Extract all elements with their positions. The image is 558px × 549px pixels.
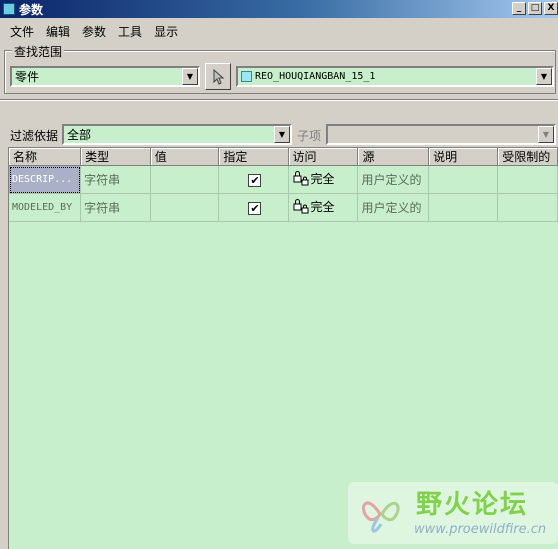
column-header-value[interactable]: 值 [150, 148, 220, 166]
table-row[interactable]: MODELED_BY 字符串 ✔ 完全 用户定义的 [9, 193, 558, 222]
column-header-source[interactable]: 源 [357, 148, 430, 166]
table-header: 名称 类型 值 指定 访问 源 说明 受限制的 [9, 148, 558, 166]
designated-cell: ✔ [218, 165, 289, 194]
restricted-cell[interactable] [497, 193, 558, 222]
menu-tools[interactable]: 工具 [112, 23, 148, 40]
watermark-title: 野火论坛 [416, 490, 529, 520]
select-model-button[interactable] [205, 63, 231, 90]
column-header-type[interactable]: 类型 [80, 148, 151, 166]
title-bar: 参数 _ □ X [0, 0, 558, 18]
param-value-cell[interactable] [150, 165, 220, 194]
source-cell[interactable]: 用户定义的 [357, 165, 430, 194]
menu-edit[interactable]: 编辑 [40, 23, 76, 40]
maximize-button[interactable]: □ [528, 2, 542, 15]
object-type-value: 零件 [15, 70, 40, 84]
chevron-down-icon[interactable]: ▼ [182, 68, 198, 85]
subitem-select[interactable]: ▼ [326, 124, 556, 145]
butterfly-logo-icon [362, 501, 400, 533]
access-cell[interactable]: 完全 [288, 165, 359, 194]
access-cell[interactable]: 完全 [288, 193, 359, 222]
part-model-icon [241, 71, 252, 82]
filter-value: 全部 [67, 128, 92, 142]
access-value: 完全 [310, 171, 335, 186]
column-header-name[interactable]: 名称 [9, 148, 82, 166]
access-value: 完全 [310, 199, 335, 214]
param-value-cell[interactable] [150, 193, 220, 222]
pointer-icon [213, 68, 224, 85]
chevron-down-icon[interactable]: ▼ [536, 68, 552, 85]
app-icon [3, 3, 15, 15]
model-select[interactable]: REO_HOUQIANGBAN_15_1 ▼ [236, 66, 554, 87]
filter-label: 过滤依据 [10, 129, 59, 143]
search-scope-legend: 查找范围 [12, 43, 65, 60]
section-divider [0, 99, 558, 101]
designated-cell: ✔ [218, 193, 289, 222]
restricted-cell[interactable] [497, 165, 558, 194]
column-header-restricted[interactable]: 受限制的 [497, 148, 558, 166]
close-button[interactable]: X [544, 2, 558, 15]
lock-icon [293, 199, 308, 214]
subitem-label: 子项 [297, 129, 322, 143]
param-name-cell[interactable]: MODELED_BY [9, 193, 82, 222]
table-row[interactable]: DESCRIP... 字符串 ✔ 完全 用户定义的 [9, 165, 558, 194]
column-header-description[interactable]: 说明 [428, 148, 499, 166]
chevron-down-icon[interactable]: ▼ [274, 126, 290, 143]
minimize-button[interactable]: _ [512, 2, 526, 15]
source-cell[interactable]: 用户定义的 [357, 193, 430, 222]
column-header-access[interactable]: 访问 [288, 148, 359, 166]
model-name: REO_HOUQIANGBAN_15_1 [255, 71, 376, 82]
designated-checkbox[interactable]: ✔ [248, 201, 262, 215]
param-type-cell[interactable]: 字符串 [80, 193, 151, 222]
description-cell[interactable] [428, 193, 499, 222]
menu-display[interactable]: 显示 [148, 23, 184, 40]
menu-file[interactable]: 文件 [4, 23, 40, 40]
object-type-select[interactable]: 零件 ▼ [10, 66, 200, 87]
window-controls: _ □ X [512, 2, 558, 15]
chevron-down-icon[interactable]: ▼ [538, 126, 554, 143]
description-cell[interactable] [428, 165, 499, 194]
menu-parameters[interactable]: 参数 [76, 23, 112, 40]
param-type-cell[interactable]: 字符串 [80, 165, 151, 194]
designated-checkbox[interactable]: ✔ [248, 173, 262, 187]
filter-select[interactable]: 全部 ▼ [62, 124, 292, 145]
column-header-designated[interactable]: 指定 [218, 148, 289, 166]
window-title: 参数 [19, 2, 44, 17]
param-name-cell[interactable]: DESCRIP... [9, 165, 82, 194]
watermark-url: www.proewildfire.cn [414, 522, 547, 537]
lock-icon [293, 171, 308, 186]
forum-watermark: 野火论坛 www.proewildfire.cn [348, 482, 558, 544]
menu-bar: 文件 编辑 参数 工具 显示 [0, 20, 558, 42]
